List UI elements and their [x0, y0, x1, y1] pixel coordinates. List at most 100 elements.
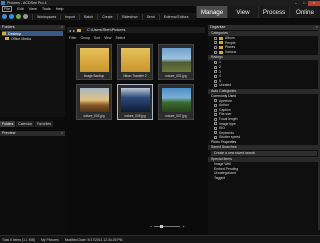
checkbox[interactable]: [214, 65, 217, 69]
path-bar: ◂ ▸ C:\Users\Sten\Pictures: [67, 27, 205, 33]
zoom-slider[interactable]: [154, 225, 181, 228]
maximize-icon[interactable]: □: [300, 1, 308, 6]
select-menu[interactable]: Select: [116, 36, 125, 40]
thumbnail-item[interactable]: nature_007.jpg: [158, 84, 194, 120]
zoom-out-icon[interactable]: −: [150, 224, 152, 229]
import-button[interactable]: Import: [60, 13, 79, 20]
close-panel-icon[interactable]: ×: [61, 131, 63, 136]
special-item[interactable]: Tagged: [208, 176, 320, 181]
status-selection: My Pictures: [40, 237, 59, 242]
folder-label: Office Media: [11, 36, 32, 41]
window-title: Pictures - ACDSee Pro 4: [7, 1, 47, 5]
checkbox[interactable]: [214, 70, 217, 74]
checkbox[interactable]: [214, 84, 217, 88]
group-menu[interactable]: Group: [81, 36, 90, 40]
checkbox[interactable]: [214, 41, 217, 45]
tab-view[interactable]: View: [227, 6, 258, 18]
send-button[interactable]: Send: [141, 13, 159, 20]
category-icon: [219, 45, 223, 49]
checkbox[interactable]: [214, 36, 217, 40]
menu-bar: File Edit View Tools Help: [0, 6, 170, 12]
workspaces-button[interactable]: Workspaces: [32, 13, 60, 20]
forward-icon[interactable]: [9, 14, 14, 19]
category-item[interactable]: Various: [208, 50, 320, 55]
preview-panel: Preview ×: [0, 131, 65, 235]
external-editors-button[interactable]: External Editors: [158, 13, 193, 20]
category-label: Various: [225, 49, 237, 54]
checkbox[interactable]: [214, 61, 217, 65]
thumbnail-item[interactable]: nature_001.jpg: [158, 44, 194, 80]
path-field[interactable]: C:\Users\Sten\Pictures: [87, 28, 125, 32]
zoom-in-icon[interactable]: +: [182, 224, 184, 229]
create-saved-search-button[interactable]: Create a new saved search: [211, 151, 317, 157]
thumbnail-item[interactable]: Nikon Transfer 2: [117, 44, 153, 80]
tab-manage[interactable]: Manage: [196, 6, 227, 18]
batch-button[interactable]: Batch: [79, 13, 97, 20]
checkbox[interactable]: [214, 103, 217, 107]
menu-tools[interactable]: Tools: [42, 7, 51, 11]
tab-folders[interactable]: Folders: [0, 121, 16, 127]
photo-thumbnail: [162, 48, 191, 72]
menu-help[interactable]: Help: [56, 7, 64, 11]
organize-title: Organize: [210, 25, 226, 29]
menu-file[interactable]: File: [2, 6, 13, 12]
tab-calendar[interactable]: Calendar: [16, 121, 35, 127]
folder-icon: [5, 37, 9, 40]
zoom-control: − +: [150, 224, 200, 229]
minimize-icon[interactable]: –: [292, 1, 300, 6]
forward-arrow-icon[interactable]: ▸: [73, 28, 75, 33]
view-menu[interactable]: View: [104, 36, 111, 40]
filter-menu[interactable]: Filter: [69, 36, 77, 40]
folder-thumbnail: [121, 48, 150, 72]
create-button[interactable]: Create: [97, 13, 117, 20]
sort-menu[interactable]: Sort: [94, 36, 100, 40]
checkbox[interactable]: [214, 122, 217, 126]
checkbox[interactable]: [214, 126, 217, 130]
category-icon: [219, 36, 223, 40]
thumbnail-item[interactable]: nature_004.jpg: [76, 84, 112, 120]
rating-item[interactable]: Unrated: [208, 83, 320, 88]
menu-view[interactable]: View: [29, 7, 37, 11]
checkbox[interactable]: [214, 136, 217, 140]
folders-panel: Folders × Desktop Office Media: [0, 25, 65, 117]
folders-title: Folders: [2, 25, 15, 29]
checkbox[interactable]: [214, 108, 217, 112]
thumbnail-item[interactable]: Image Backup: [76, 44, 112, 80]
back-arrow-icon[interactable]: ◂: [69, 28, 71, 33]
zoom-slider-handle[interactable]: [160, 225, 164, 228]
preview-header: Preview ×: [0, 131, 65, 136]
close-icon[interactable]: ×: [308, 0, 320, 6]
file-list: Image Backup Nikon Transfer 2 nature_001…: [76, 44, 196, 166]
toolbar: Workspaces Import Batch Create Slideshow…: [0, 13, 196, 20]
folder-item-office-media[interactable]: Office Media: [2, 36, 63, 41]
slideshow-button[interactable]: Slideshow: [116, 13, 142, 20]
photo-properties-group[interactable]: Photo Properties: [208, 140, 320, 145]
category-icon: [219, 50, 223, 54]
checkbox[interactable]: [214, 74, 217, 78]
status-total: Total 6 items (1.1 MB): [2, 237, 35, 242]
photo-thumbnail: [80, 88, 109, 112]
rating-label: Unrated: [219, 83, 232, 88]
category-icon: [219, 41, 223, 45]
checkbox[interactable]: [214, 99, 217, 103]
folder-icon: [2, 32, 6, 35]
menu-edit[interactable]: Edit: [17, 7, 24, 11]
up-folder-icon[interactable]: [16, 14, 21, 19]
tab-online[interactable]: Online: [289, 6, 320, 18]
close-panel-icon[interactable]: ×: [61, 25, 63, 30]
thumbnail-item[interactable]: nature_005.jpg: [117, 84, 153, 120]
checkbox[interactable]: [214, 117, 217, 121]
tab-favorites[interactable]: Favorites: [35, 121, 54, 127]
saved-searches-section[interactable]: Saved Searches: [208, 145, 320, 151]
checkbox[interactable]: [214, 113, 217, 117]
back-icon[interactable]: [2, 14, 7, 19]
refresh-icon[interactable]: [23, 14, 28, 19]
checkbox[interactable]: [214, 45, 217, 49]
tab-process[interactable]: Process: [258, 6, 289, 18]
preview-title: Preview: [2, 131, 16, 135]
checkbox[interactable]: [214, 79, 217, 83]
organize-panel: Organize × Categories Album People Place…: [208, 25, 320, 235]
checkbox[interactable]: [214, 131, 217, 135]
checkbox[interactable]: [214, 50, 217, 54]
status-modified: Modified Date: 5/17/2011 12:34:26 PM: [64, 237, 123, 242]
